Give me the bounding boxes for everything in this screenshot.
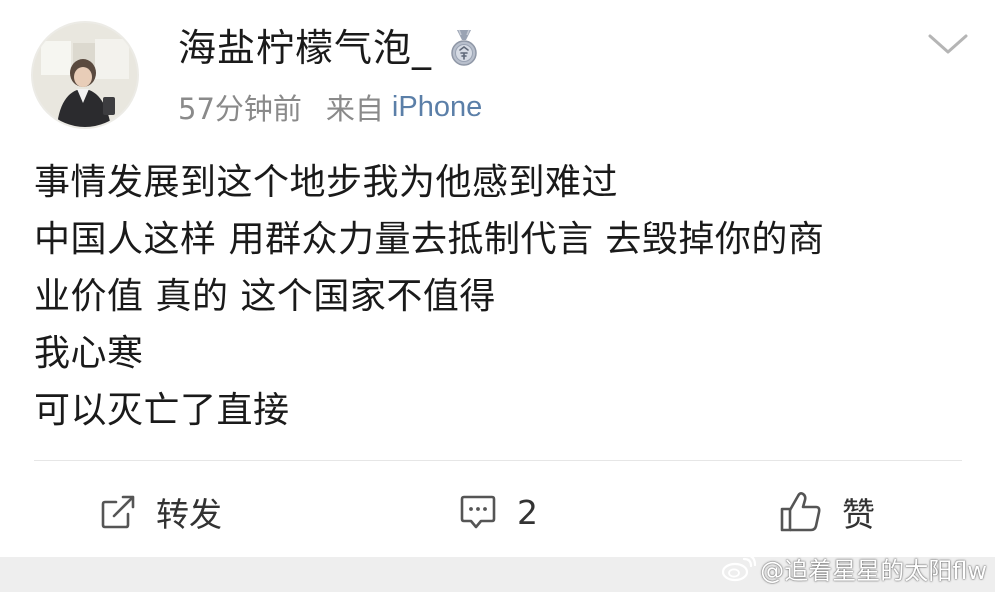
watermark-text: @追着星星的太阳flw [760, 556, 987, 585]
comment-count: 2 [517, 492, 538, 532]
avatar-image [33, 23, 137, 127]
weibo-post-card: 海盐柠檬气泡_ 57分钟前 来自 iPhone 事情发展到这个地步我为他感到难过… [0, 0, 995, 592]
like-label: 赞 [842, 495, 875, 534]
comment-button[interactable]: 2 [457, 484, 538, 540]
thumbs-up-icon [778, 490, 824, 534]
weibo-logo-icon [720, 553, 757, 583]
username[interactable]: 海盐柠檬气泡_ [178, 22, 432, 74]
source-label: 来自 [325, 92, 384, 126]
avatar[interactable] [33, 23, 137, 127]
medal-icon[interactable] [446, 28, 482, 68]
post-text-line: 中国人这样 用群众力量去抵制代言 去毁掉你的商 [34, 219, 825, 260]
repost-label: 转发 [156, 495, 222, 534]
post-text-line: 我心寒 [34, 333, 144, 374]
post-text-line: 业价值 真的 这个国家不值得 [34, 276, 496, 317]
post-time: 57分钟前 [178, 92, 302, 126]
comment-icon [457, 492, 499, 532]
post-text-line: 事情发展到这个地步我为他感到难过 [34, 162, 619, 203]
repost-button[interactable]: 转发 [98, 484, 222, 540]
post-content: 事情发展到这个地步我为他感到难过 中国人这样 用群众力量去抵制代言 去毁掉你的商… [34, 154, 954, 439]
post-text-line: 可以灭亡了直接 [34, 390, 290, 431]
divider [34, 460, 962, 461]
post-meta: 57分钟前 来自 iPhone [178, 86, 482, 128]
like-button[interactable]: 赞 [778, 484, 875, 540]
watermark: @追着星星的太阳flw [720, 548, 987, 588]
repost-icon [98, 492, 138, 532]
chevron-down-icon[interactable] [926, 30, 970, 58]
username-row: 海盐柠檬气泡_ [178, 22, 482, 74]
source-device-link[interactable]: iPhone [392, 91, 482, 124]
